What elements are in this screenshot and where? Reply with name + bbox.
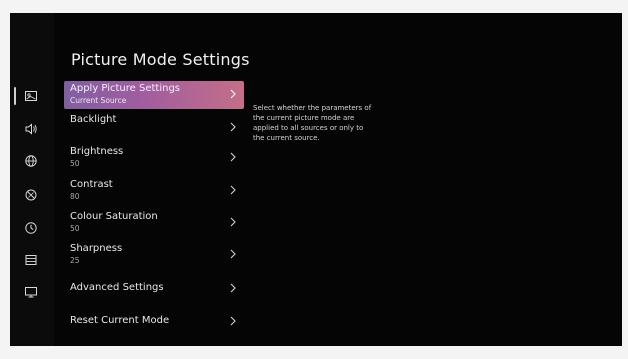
menu-item-backlight[interactable]: Backlight (64, 112, 244, 140)
sidebar-active-indicator (14, 87, 16, 105)
menu-item-label: Brightness (70, 146, 124, 157)
menu-item-sharpness[interactable]: Sharpness 25 (64, 241, 244, 269)
chevron-right-icon (230, 185, 236, 195)
chevron-right-icon (230, 249, 236, 259)
menu-item-label: Reset Current Mode (70, 315, 170, 326)
chevron-right-icon (230, 283, 236, 293)
menu-item-value: 80 (70, 192, 80, 201)
menu-item-value: Current Source (70, 96, 127, 105)
sidebar-item-picture[interactable] (22, 87, 40, 105)
menu-item-advanced-settings[interactable]: Advanced Settings (64, 280, 244, 308)
menu-item-label: Sharpness (70, 243, 123, 254)
sidebar-item-general[interactable] (22, 219, 40, 237)
chevron-right-icon (230, 89, 236, 99)
satellite-icon (25, 189, 37, 201)
menu-item-brightness[interactable]: Brightness 50 (64, 144, 244, 172)
menu-item-label: Colour Saturation (70, 211, 158, 222)
sidebar-item-channels[interactable] (22, 251, 40, 269)
list-icon (25, 255, 37, 265)
menu-item-label: Backlight (70, 114, 117, 125)
sidebar-item-support[interactable] (22, 283, 40, 301)
page-title: Picture Mode Settings (71, 50, 250, 69)
menu-item-value: 50 (70, 159, 80, 168)
tv-icon (25, 287, 37, 298)
menu-item-value: 50 (70, 224, 80, 233)
menu-item-label: Advanced Settings (70, 282, 164, 293)
clock-icon (25, 222, 37, 234)
menu-item-apply-picture-settings[interactable]: Apply Picture Settings Current Source (64, 81, 244, 109)
menu-item-label: Apply Picture Settings (70, 83, 180, 94)
speaker-icon (25, 123, 37, 135)
picture-icon (25, 91, 37, 101)
tv-screen: Picture Mode Settings Apply Picture Sett… (10, 13, 622, 346)
chevron-right-icon (230, 152, 236, 162)
chevron-right-icon (230, 217, 236, 227)
chevron-right-icon (230, 316, 236, 326)
settings-sidebar (10, 13, 54, 346)
menu-item-colour-saturation[interactable]: Colour Saturation 50 (64, 209, 244, 237)
sidebar-item-sound[interactable] (22, 120, 40, 138)
menu-item-contrast[interactable]: Contrast 80 (64, 177, 244, 205)
sidebar-item-broadcast[interactable] (22, 186, 40, 204)
help-description: Select whether the parameters of the cur… (253, 104, 372, 142)
menu-item-reset-current-mode[interactable]: Reset Current Mode (64, 313, 244, 341)
chevron-right-icon (230, 122, 236, 132)
globe-icon (25, 155, 37, 167)
menu-item-value: 25 (70, 256, 80, 265)
menu-item-label: Contrast (70, 179, 113, 190)
sidebar-item-network[interactable] (22, 152, 40, 170)
